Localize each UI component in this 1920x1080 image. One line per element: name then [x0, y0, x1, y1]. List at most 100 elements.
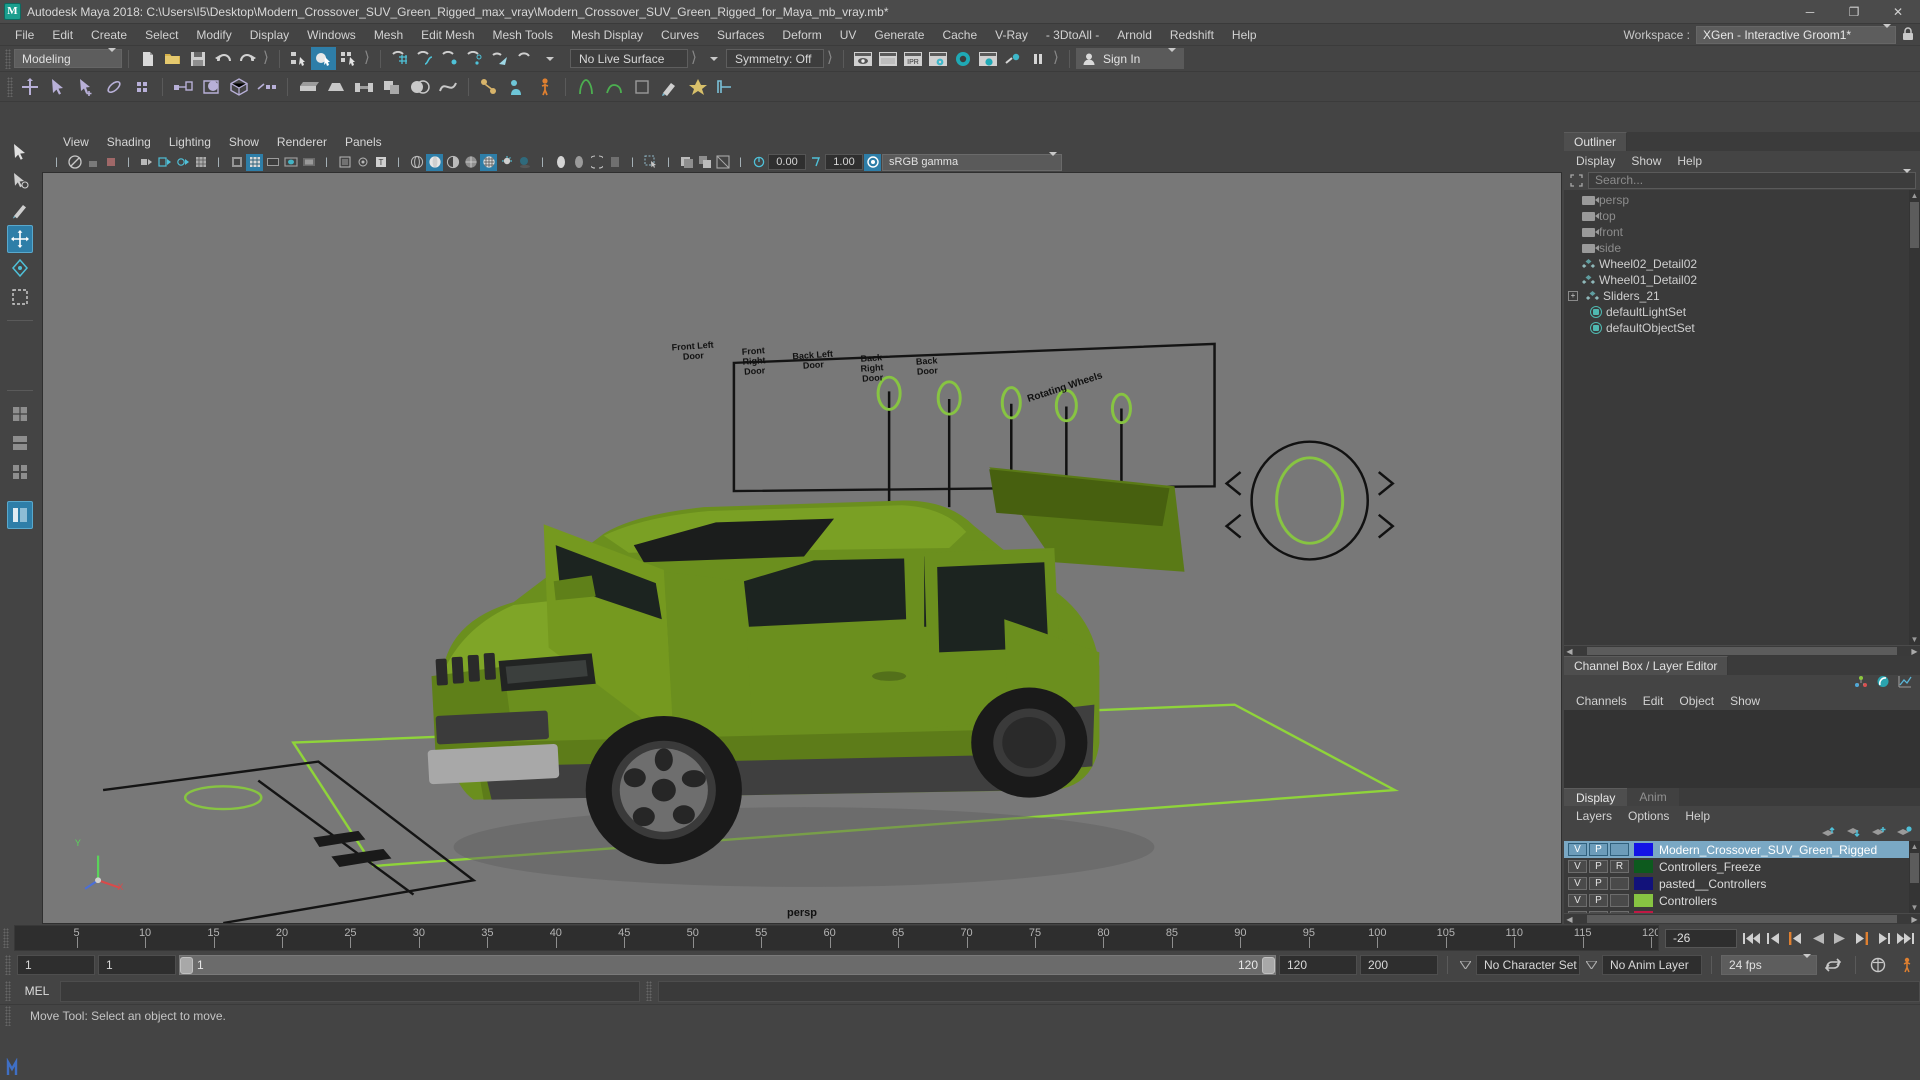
wireframe-shading-icon[interactable]: [408, 154, 425, 171]
paint-select-tool-button[interactable]: [7, 196, 33, 224]
workspace-dropdown[interactable]: XGen - Interactive Groom1*: [1696, 24, 1896, 44]
symmetry-field[interactable]: Symmetry: Off: [726, 49, 824, 68]
two-pane-layout-button[interactable]: [7, 429, 33, 457]
gamma-icon[interactable]: [807, 154, 824, 171]
move-layer-up-icon[interactable]: [1822, 826, 1837, 841]
shelf-bevel-icon[interactable]: [322, 74, 350, 100]
rotate-tool-button[interactable]: [7, 254, 33, 282]
layer-row[interactable]: V P Modern_Crossover_SUV_Green_Rigged: [1564, 841, 1920, 858]
scroll-thumb[interactable]: [1910, 853, 1919, 883]
play-backwards-icon[interactable]: [1809, 930, 1826, 947]
layer-visibility-toggle[interactable]: V: [1568, 860, 1587, 873]
layer-color-swatch[interactable]: [1634, 894, 1653, 907]
color-management-icon[interactable]: [864, 153, 881, 171]
snap-options-chevron-icon[interactable]: [537, 47, 562, 70]
viewport-menu-shading[interactable]: Shading: [98, 134, 160, 150]
channelbox-menu-edit[interactable]: Edit: [1635, 693, 1672, 709]
status-gripper[interactable]: [5, 1006, 11, 1026]
step-back-icon[interactable]: [1765, 930, 1782, 947]
channel-box-icon[interactable]: [1854, 675, 1868, 691]
next-key-icon[interactable]: [1853, 930, 1870, 947]
scroll-left-icon[interactable]: ◀: [1564, 914, 1575, 924]
shelf-snap-together-icon[interactable]: [169, 74, 197, 100]
four-pane-layout-button[interactable]: [7, 458, 33, 486]
redo-icon[interactable]: [235, 47, 260, 70]
menu-windows[interactable]: Windows: [298, 26, 365, 44]
attribute-editor-icon[interactable]: [1876, 675, 1890, 691]
wireframe-on-shaded-icon[interactable]: [462, 154, 479, 171]
menu-surfaces[interactable]: Surfaces: [708, 26, 773, 44]
new-scene-icon[interactable]: [135, 47, 160, 70]
current-frame-field[interactable]: -26: [1665, 928, 1737, 948]
scroll-left-icon[interactable]: ◀: [1564, 646, 1575, 656]
range-gripper[interactable]: [5, 955, 11, 975]
outliner-menu-display[interactable]: Display: [1568, 153, 1623, 169]
time-slider[interactable]: 5 10 15 20 25 30 35 40 45 50 55 60 65 70 75 80 85 90 95 100…: [14, 925, 1659, 951]
shelf-fur-icon[interactable]: [600, 74, 628, 100]
layer-color-swatch[interactable]: [1634, 877, 1653, 890]
shelf-gripper[interactable]: [7, 76, 13, 97]
channelbox-menu-object[interactable]: Object: [1671, 693, 1722, 709]
grid-toggle-icon[interactable]: [192, 154, 209, 171]
tab-outliner[interactable]: Outliner: [1564, 132, 1628, 151]
toggle-render-icon[interactable]: [1000, 47, 1025, 70]
menu-mesh-display[interactable]: Mesh Display: [562, 26, 652, 44]
viewport-menu-show[interactable]: Show: [220, 134, 268, 150]
scroll-down-icon[interactable]: ▼: [1909, 634, 1920, 645]
layer-row[interactable]: V P Controllers: [1564, 892, 1920, 909]
command-output[interactable]: [658, 980, 1920, 1002]
shelf-skin-icon[interactable]: [503, 74, 531, 100]
menu-create[interactable]: Create: [82, 26, 136, 44]
viewport-3d-canvas[interactable]: Front Left Door Front Right Door Back Le…: [42, 172, 1562, 924]
ao-icon[interactable]: [552, 154, 569, 171]
layer-display-type-toggle[interactable]: [1610, 894, 1629, 907]
render-current-frame-icon[interactable]: [850, 47, 875, 70]
scroll-right-icon[interactable]: ▶: [1909, 914, 1920, 924]
outliner-search-input[interactable]: Search...: [1588, 169, 1916, 189]
shelf-bridge-icon[interactable]: [350, 74, 378, 100]
menu-vray[interactable]: V-Ray: [986, 26, 1037, 44]
xray-joints-icon[interactable]: [354, 154, 371, 171]
menu-curves[interactable]: Curves: [652, 26, 708, 44]
character-set-field[interactable]: No Character Set: [1476, 955, 1580, 975]
snap-to-curve-icon[interactable]: [412, 47, 437, 70]
loop-playback-icon[interactable]: [1820, 958, 1846, 972]
snap-to-view-plane-icon[interactable]: [487, 47, 512, 70]
select-by-hierarchy-icon[interactable]: [286, 47, 311, 70]
minimize-button[interactable]: ─: [1788, 0, 1832, 24]
layer-visibility-toggle[interactable]: V: [1568, 877, 1587, 890]
texture-display-icon[interactable]: [480, 153, 497, 171]
shelf-extrude-icon[interactable]: [294, 74, 322, 100]
xray-icon[interactable]: [336, 154, 353, 171]
menu-generate[interactable]: Generate: [865, 26, 933, 44]
shelf-paint-effects-icon[interactable]: [656, 74, 684, 100]
display-layer-list[interactable]: V P Modern_Crossover_SUV_Green_Rigged V …: [1564, 841, 1920, 913]
tab-anim-layers[interactable]: Anim: [1627, 788, 1679, 806]
layer-color-swatch[interactable]: [1634, 911, 1653, 913]
viewport-menu-lighting[interactable]: Lighting: [160, 134, 220, 150]
move-layer-down-icon[interactable]: [1847, 826, 1862, 841]
close-button[interactable]: ✕: [1876, 0, 1920, 24]
range-start-handle[interactable]: [180, 956, 193, 974]
menu-deform[interactable]: Deform: [773, 26, 830, 44]
channelbox-menu-show[interactable]: Show: [1722, 693, 1768, 709]
smooth-shade-all-icon[interactable]: [426, 153, 443, 171]
render-view-icon[interactable]: [975, 47, 1000, 70]
layer-display-type-toggle[interactable]: [1610, 911, 1629, 913]
scroll-down-icon[interactable]: ▼: [1909, 902, 1920, 913]
layer-playback-toggle[interactable]: P: [1589, 911, 1608, 913]
move-tool-button[interactable]: [7, 225, 33, 253]
shelf-skeleton-icon[interactable]: [475, 74, 503, 100]
snap-to-point-icon[interactable]: [437, 47, 462, 70]
exposure-value[interactable]: 0.00: [768, 154, 806, 170]
character-set-chevron-icon[interactable]: [1457, 961, 1473, 969]
go-to-start-icon[interactable]: [1743, 930, 1760, 947]
outliner-item-wheel02[interactable]: Wheel02_Detail02: [1564, 256, 1920, 272]
bookmark-icon[interactable]: [138, 154, 155, 171]
channelbox-menu-channels[interactable]: Channels: [1568, 693, 1635, 709]
outliner-item-sliders21[interactable]: + Sliders_21: [1564, 288, 1920, 304]
outliner-item-side[interactable]: side: [1564, 240, 1920, 256]
scroll-up-icon[interactable]: ▲: [1909, 190, 1920, 201]
anti-alias-icon[interactable]: [588, 154, 605, 171]
range-start-field[interactable]: 1: [98, 955, 176, 975]
